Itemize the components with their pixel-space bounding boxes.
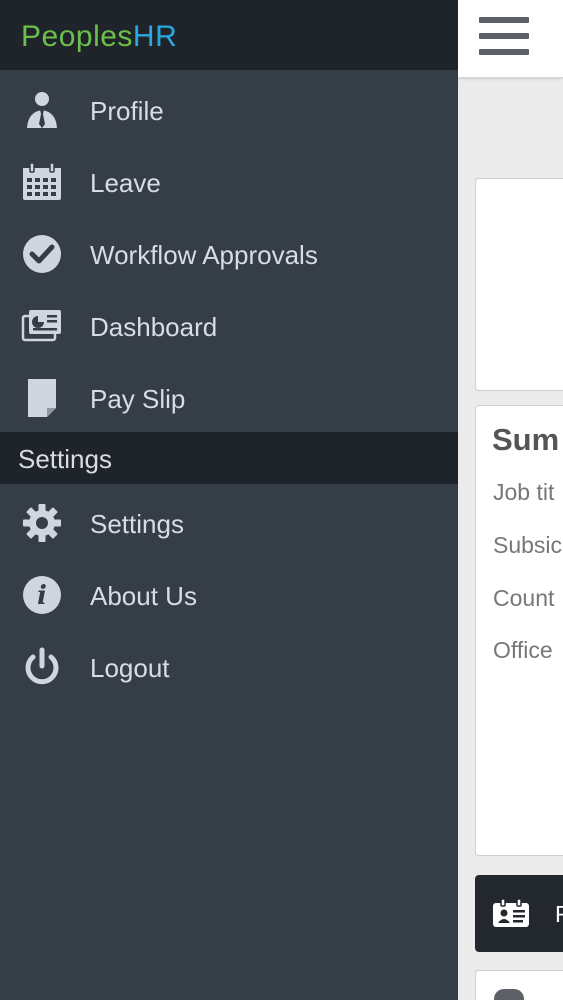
svg-text:i: i [37,581,47,611]
menu-item-label: Workflow Approvals [90,240,318,270]
menu-item-label: Profile [90,96,164,126]
profile-card-button[interactable]: F [475,875,563,952]
menu-item-dashboard[interactable]: Dashboard [0,290,458,362]
hamburger-line [479,17,529,23]
menu-item-settings[interactable]: Settings [0,487,458,559]
summary-title: Sum [492,422,560,457]
check-circle-icon [21,234,63,274]
menu-item-about-us[interactable]: i About Us [0,559,458,631]
menu-item-profile[interactable]: Profile [0,74,458,146]
peopleshr-logo: PeoplesHR [21,20,178,53]
summary-card: Sum Job tit Subsic Count Office [475,405,563,856]
menu-item-leave[interactable]: Leave [0,146,458,218]
menu-toggle-button[interactable] [479,17,529,61]
brand-header: PeoplesHR [0,0,458,70]
hamburger-line [479,33,529,39]
menu-item-label: Logout [90,653,170,683]
menu-item-label: Settings [90,509,184,539]
menu-item-workflow-approvals[interactable]: Workflow Approvals [0,218,458,290]
menu-item-pay-slip[interactable]: Pay Slip [0,362,458,434]
calendar-icon [21,162,63,202]
document-icon [21,378,63,418]
profile-card-label: F [555,901,563,927]
menu-item-label: Leave [90,168,161,198]
menu-item-label: About Us [90,581,197,611]
dashboard-card-icon [21,306,63,346]
settings-section-header: Settings [0,432,458,484]
navigation-drawer: PeoplesHR Profile Leave Workflow Approva… [0,0,458,1000]
summary-field-subsidiary: Subsic [493,532,563,558]
summary-field-office: Office [493,637,553,663]
summary-field-country: Count [493,585,555,611]
summary-field-job-title: Job tit [493,479,555,505]
menu-item-logout[interactable]: Logout [0,631,458,703]
person-tie-icon [21,90,63,130]
menu-item-label: Dashboard [90,312,218,342]
id-card-icon [492,898,530,928]
hamburger-line [479,49,529,55]
menu-item-label: Pay Slip [90,384,186,414]
info-icon: i [21,575,63,615]
content-card [475,178,563,391]
content-card [475,970,563,1000]
section-title: Settings [18,444,112,474]
gear-icon [21,503,63,543]
power-icon [21,647,63,687]
partial-icon [494,989,524,1000]
top-bar [458,0,563,78]
